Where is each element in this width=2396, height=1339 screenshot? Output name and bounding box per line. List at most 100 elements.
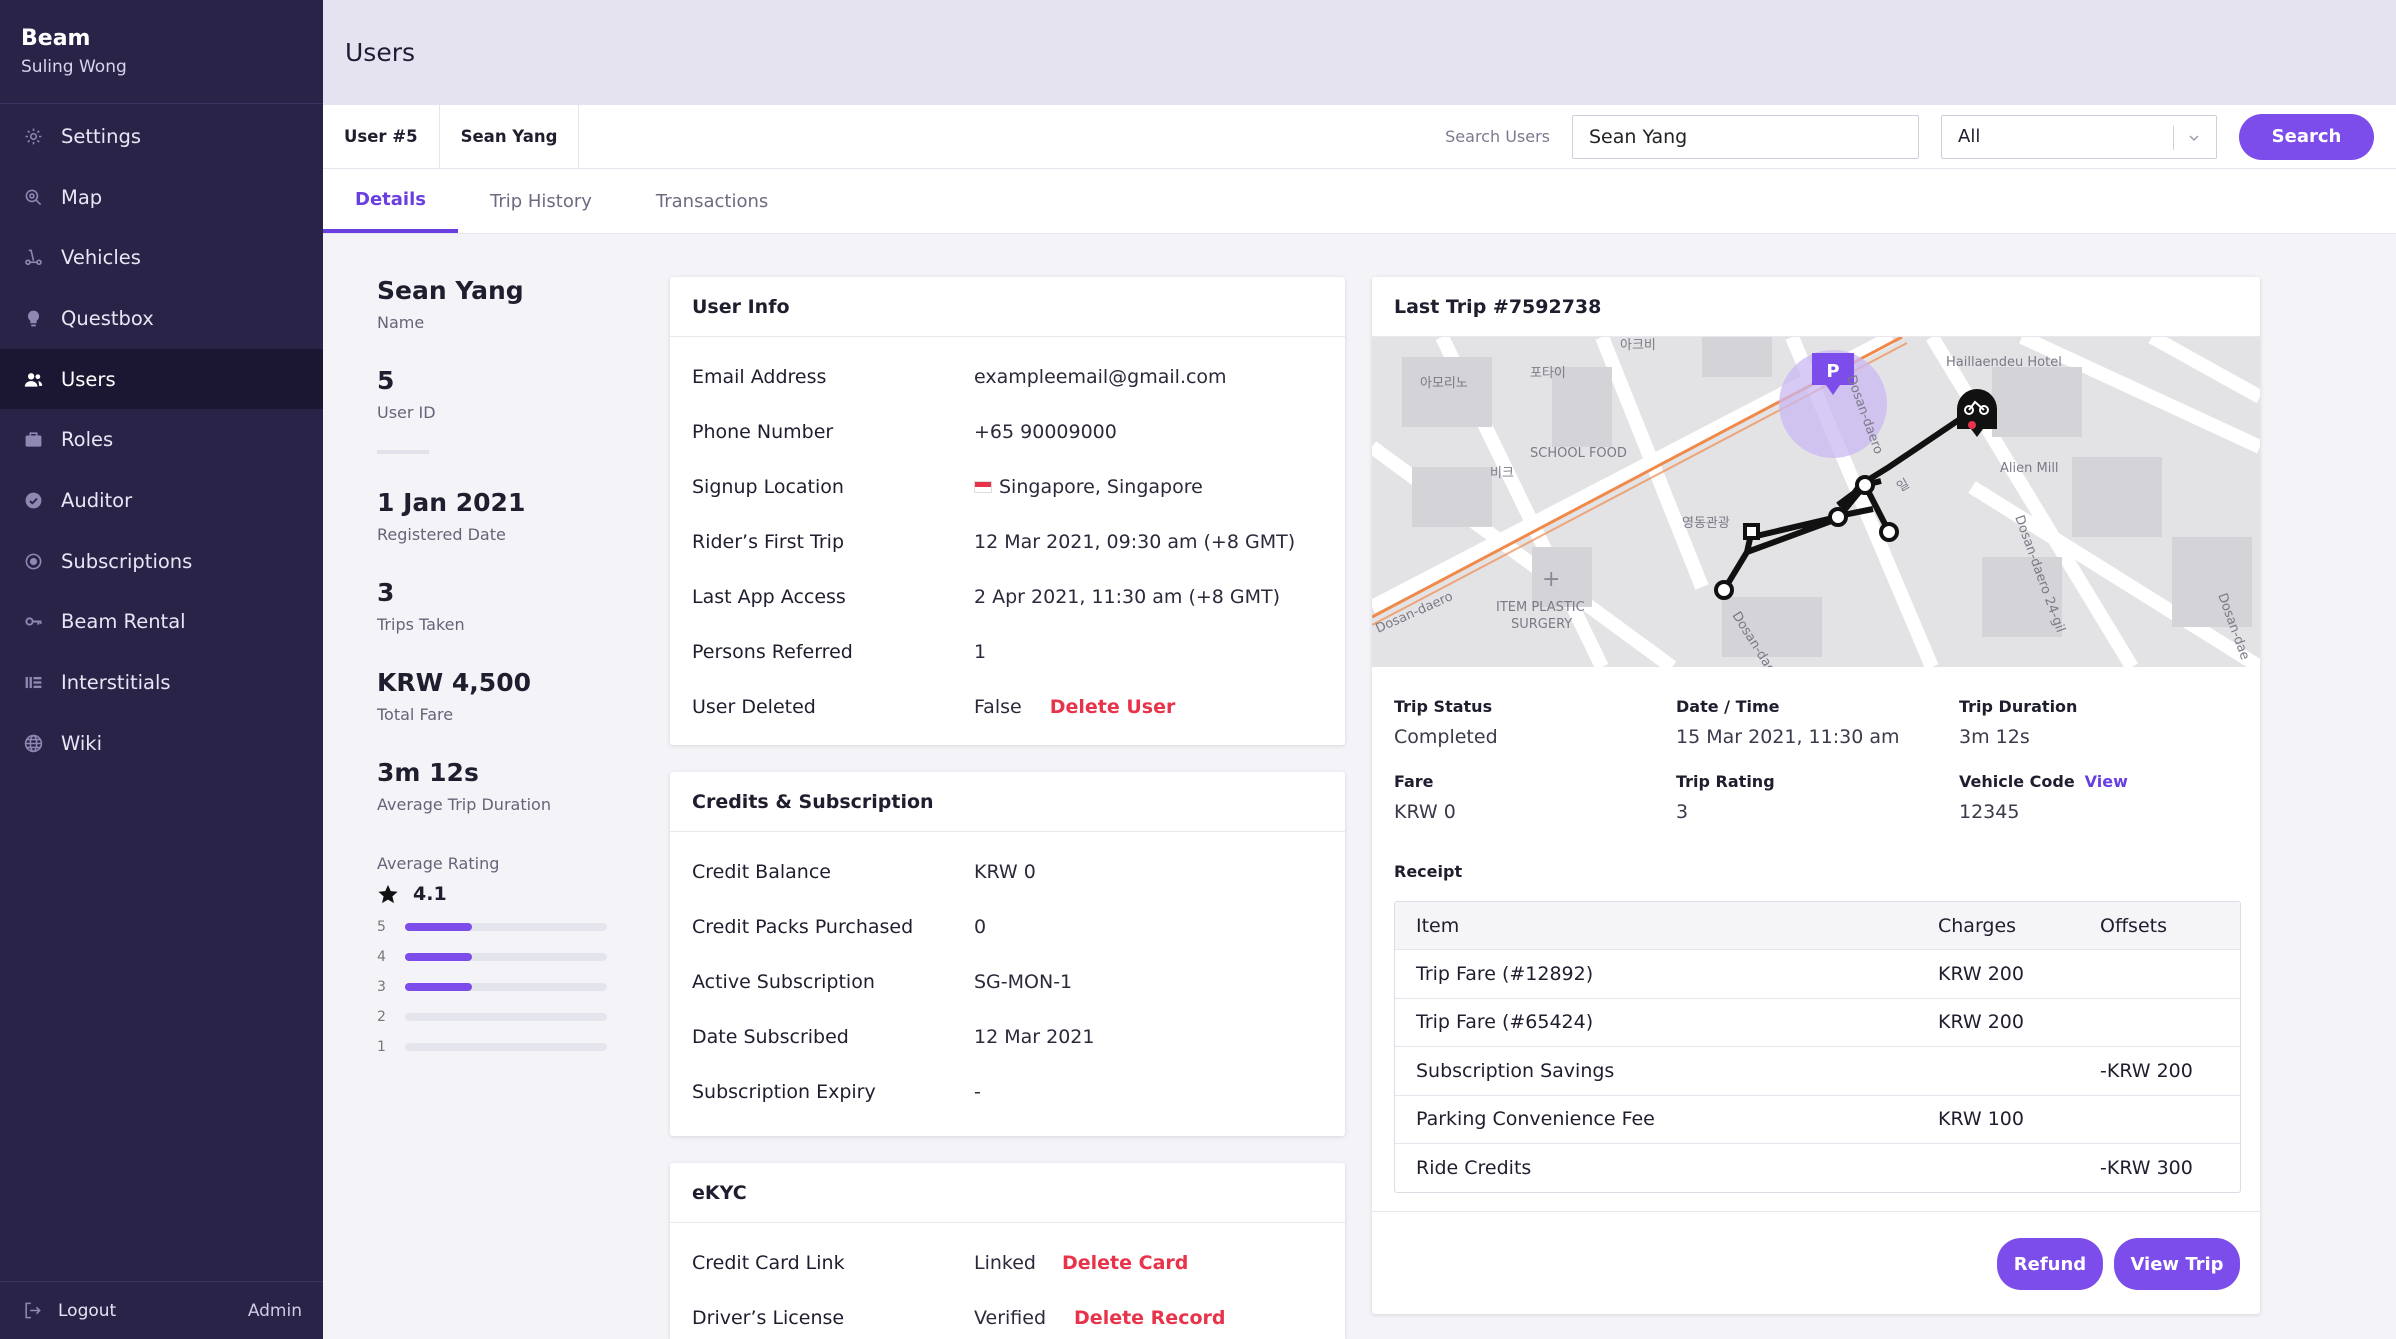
sidebar-item-users[interactable]: Users xyxy=(0,348,323,410)
sidebar-item-label: Map xyxy=(61,185,103,209)
row-value: +65 90009000 xyxy=(974,420,1117,443)
receipt-item: Trip Fare (#65424) xyxy=(1416,1011,1594,1034)
ekyc-row-card: Credit Card Link Linked Delete Card xyxy=(670,1235,1345,1290)
tab-transactions[interactable]: Transactions xyxy=(624,169,800,233)
map-search-icon xyxy=(23,187,43,207)
info-row-phone: Phone Number +65 90009000 xyxy=(670,404,1345,459)
trip-date: Date / Time 15 Mar 2021, 11:30 am xyxy=(1676,697,1959,748)
row-key: Email Address xyxy=(692,365,827,388)
sidebar-item-label: Interstitials xyxy=(61,671,171,695)
refund-button[interactable]: Refund xyxy=(1997,1238,2103,1290)
view-vehicle-link[interactable]: View xyxy=(2085,772,2128,791)
search-input[interactable] xyxy=(1572,114,1919,159)
info-row-first-trip: Rider’s First Trip 12 Mar 2021, 09:30 am … xyxy=(670,514,1345,569)
rating-bar-fill xyxy=(405,953,472,961)
crumb-user-id[interactable]: User #5 xyxy=(323,105,440,168)
rating-star-count: 1 xyxy=(377,1039,386,1055)
field-label: Trip Duration xyxy=(1959,697,2078,716)
credits-card: Credits & Subscription Credit Balance KRW… xyxy=(670,772,1345,1136)
trip-fare: Fare KRW 0 xyxy=(1394,772,1676,823)
field-label: Vehicle Code View xyxy=(1959,772,2239,791)
brand: Beam Suling Wong xyxy=(0,0,323,104)
user-info-card: User Info Email Address exampleemail@gmai… xyxy=(670,277,1345,745)
current-user-name: Suling Wong xyxy=(21,57,127,77)
rating-bar-track xyxy=(405,983,607,991)
row-key: Persons Referred xyxy=(692,640,853,663)
row-value: 0 xyxy=(974,915,987,938)
logout-button[interactable]: Logout xyxy=(23,1301,116,1321)
col-header-charges: Charges xyxy=(1938,914,2017,937)
trip-vehicle: Vehicle Code View 12345 xyxy=(1959,772,2239,823)
stat-user-id: 5 User ID xyxy=(377,366,617,422)
tab-details[interactable]: Details xyxy=(323,169,458,233)
trip-duration: Trip Duration 3m 12s xyxy=(1959,697,2239,748)
svg-text:포타이: 포타이 xyxy=(1530,366,1566,381)
card-footer-divider xyxy=(1372,1211,2260,1212)
delete-record-button[interactable]: Delete Record xyxy=(1074,1307,1225,1329)
sidebar-item-label: Users xyxy=(61,367,116,391)
row-key: Active Subscription xyxy=(692,970,875,993)
info-row-referred: Persons Referred 1 xyxy=(670,624,1345,679)
rating-value-row: 4.1 xyxy=(377,883,617,905)
user-crumb-bar: User #5 Sean Yang Search Users All Searc… xyxy=(323,105,2396,169)
row-value: 2 Apr 2021, 11:30 am (+8 GMT) xyxy=(974,585,1281,608)
info-row-signup: Signup Location Singapore, Singapore xyxy=(670,459,1345,514)
bulb-icon xyxy=(23,308,43,328)
circle-dot-icon xyxy=(23,551,43,571)
credits-rows: Credit Balance KRW 0 Credit Packs Purchas… xyxy=(670,832,1345,1119)
sidebar-item-label: Auditor xyxy=(61,488,133,512)
field-value: 3m 12s xyxy=(1959,726,2030,748)
rating-bar-fill xyxy=(405,923,472,931)
delete-card-button[interactable]: Delete Card xyxy=(1062,1252,1188,1274)
sidebar-item-subscriptions[interactable]: Subscriptions xyxy=(0,531,323,592)
sidebar-item-questbox[interactable]: Questbox xyxy=(0,288,323,349)
trip-map[interactable]: P Haillaendeu Hotel Alien Mill SCHOOL FO… xyxy=(1372,337,2260,667)
search-button[interactable]: Search xyxy=(2239,113,2374,160)
key-icon xyxy=(23,612,43,632)
sidebar-item-settings[interactable]: Settings xyxy=(0,106,323,167)
row-value: Linked xyxy=(974,1251,1036,1274)
receipt-charges: KRW 100 xyxy=(1938,1108,2024,1131)
sidebar-item-map[interactable]: Map xyxy=(0,167,323,228)
rating-bar-track xyxy=(405,953,607,961)
field-value: 12345 xyxy=(1959,801,2020,823)
row-key: Signup Location xyxy=(692,475,844,498)
field-value: 3 xyxy=(1676,801,1689,823)
rating-bar-fill xyxy=(405,983,472,991)
sidebar-item-wiki[interactable]: Wiki xyxy=(0,713,323,774)
row-value: Verified xyxy=(974,1306,1047,1329)
sidebar-item-roles[interactable]: Roles xyxy=(0,409,323,470)
stat-avg-duration: 3m 12s Average Trip Duration xyxy=(377,758,617,814)
search-area: Search Users All Search xyxy=(1445,105,2396,168)
field-label: Trip Status xyxy=(1394,697,1493,716)
stat-name: Sean Yang Name xyxy=(377,276,617,332)
sidebar-item-interstitials[interactable]: Interstitials xyxy=(0,652,323,713)
row-key: Subscription Expiry xyxy=(692,1080,876,1103)
sidebar-item-auditor[interactable]: Auditor xyxy=(0,470,323,531)
row-value: - xyxy=(974,1080,981,1103)
divider xyxy=(377,450,429,454)
row-key: Credit Card Link xyxy=(692,1251,845,1274)
row-value: SG-MON-1 xyxy=(974,970,1073,993)
field-value: 15 Mar 2021, 11:30 am xyxy=(1676,726,1900,748)
badge-check-icon xyxy=(23,490,43,510)
sidebar-item-label: Settings xyxy=(61,124,141,148)
sidebar-item-vehicles[interactable]: Vehicles xyxy=(0,227,323,288)
view-trip-button[interactable]: View Trip xyxy=(2114,1238,2240,1290)
sidebar-item-label: Wiki xyxy=(61,731,102,755)
field-value: KRW 0 xyxy=(1394,801,1456,823)
page-header: Users xyxy=(323,0,2396,105)
delete-user-button[interactable]: Delete User xyxy=(1050,696,1176,718)
sidebar-nav: Settings Map Vehicles Questbox Users Rol… xyxy=(0,104,323,774)
svg-text:아크비: 아크비 xyxy=(1620,338,1656,353)
crumb-user-name[interactable]: Sean Yang xyxy=(440,105,580,168)
filter-select[interactable]: All xyxy=(1941,114,2217,159)
sidebar: Beam Suling Wong Settings Map Vehicles Q… xyxy=(0,0,323,1339)
receipt-item: Ride Credits xyxy=(1416,1157,1532,1180)
tab-trip-history[interactable]: Trip History xyxy=(458,169,624,233)
card-title: Last Trip #7592738 xyxy=(1372,277,2260,337)
stat-value: 1 Jan 2021 xyxy=(377,488,526,517)
sidebar-item-beam-rental[interactable]: Beam Rental xyxy=(0,592,323,653)
rating-bar-track xyxy=(405,1013,607,1021)
trip-status: Trip Status Completed xyxy=(1394,697,1676,748)
